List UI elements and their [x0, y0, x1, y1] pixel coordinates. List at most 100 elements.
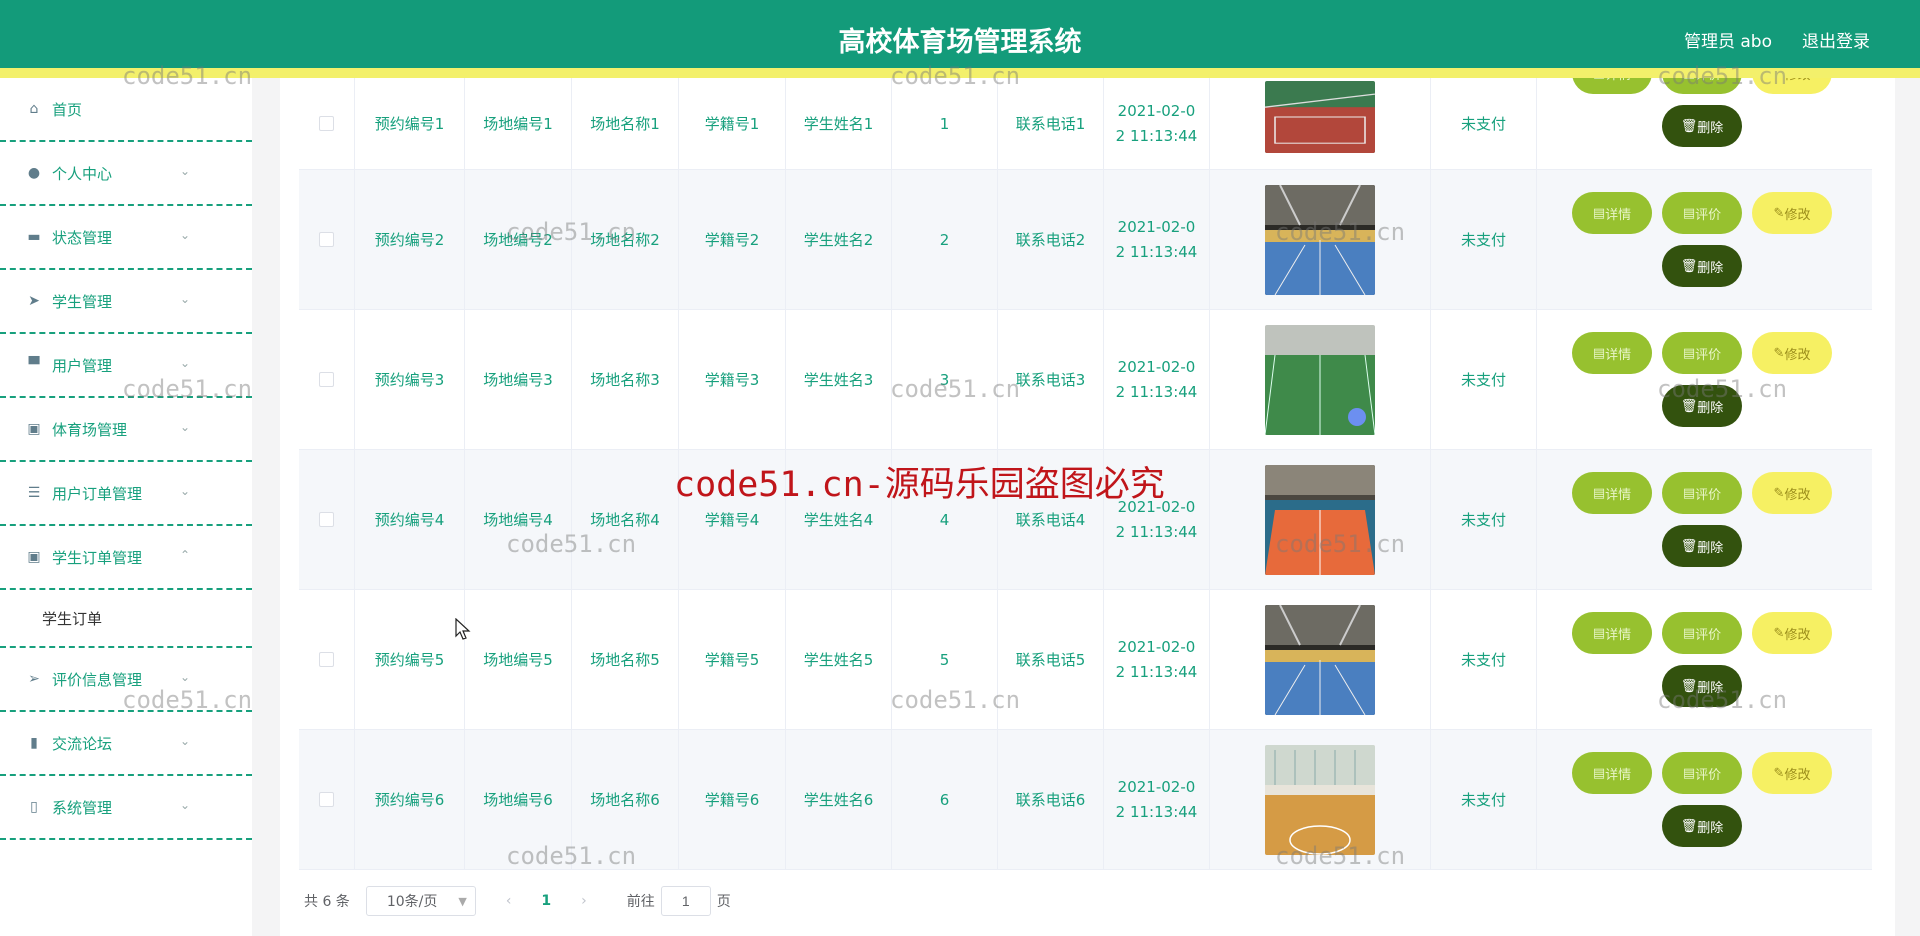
edit-button-label: 修改 [1784, 487, 1811, 503]
delete-icon: 🗑 [1680, 538, 1698, 554]
sidebar-item[interactable]: ▮ 交流论坛 ⌄ [0, 712, 252, 776]
user-label: 管理员 abo [1683, 32, 1772, 52]
payment-status: 未支付 [1460, 231, 1506, 249]
row-checkbox[interactable] [319, 652, 334, 667]
delete-button[interactable]: 🗑 删除 [1662, 245, 1742, 287]
pagination-total: 共 6 条 [304, 894, 350, 910]
sidebar-item[interactable]: ▯ 系统管理 ⌄ [0, 776, 252, 840]
sidebar-item[interactable]: ● 个人中心 ⌄ [0, 142, 252, 206]
sidebar-item[interactable]: ⌂ 首页 [0, 78, 252, 142]
row-checkbox[interactable] [319, 512, 334, 527]
student-name-cell-text: 学生姓名4 [803, 511, 874, 529]
chevron-down-icon: ⌄ [179, 670, 190, 684]
image-cell [1210, 78, 1431, 169]
student-name-cell-text: 学生姓名6 [803, 791, 874, 809]
detail-button[interactable]: ▤ 详情 [1572, 472, 1652, 514]
chevron-down-icon: ⌄ [179, 420, 190, 434]
edit-button[interactable]: ✎ 修改 [1752, 332, 1832, 374]
time-line2: 2 11:13:44 [1115, 802, 1198, 821]
table-row: 预约编号6 场地编号6 场地名称6 学籍号6 学生姓名6 6 联系电话6 2021-02-0 2… [299, 730, 1872, 870]
student-name-cell: 学生姓名1 [786, 78, 892, 169]
evaluate-button[interactable]: ▤ 评价 [1662, 752, 1742, 794]
detail-icon: ▤ [1592, 765, 1606, 781]
row-checkbox[interactable] [319, 116, 334, 131]
detail-button-label: 详情 [1605, 347, 1632, 363]
detail-button[interactable]: ▤ 详情 [1572, 612, 1652, 654]
edit-button-label: 修改 [1784, 627, 1811, 643]
phone-cell: 联系电话4 [998, 450, 1104, 589]
sidebar-item[interactable]: ▣ 体育场管理 ⌄ [0, 398, 252, 462]
edit-button[interactable]: ✎ 修改 [1752, 752, 1832, 794]
sidebar-item[interactable]: ▬ 状态管理 ⌄ [0, 206, 252, 270]
sidebar-item[interactable]: ▣ 学生订单管理 ⌃ [0, 526, 252, 590]
phone-cell-text: 联系电话6 [1015, 791, 1086, 809]
logout-link[interactable]: 退出登录 [1802, 27, 1870, 52]
evaluate-button[interactable]: ▤ 评价 [1662, 612, 1742, 654]
evaluate-button[interactable]: ▤ 评价 [1662, 192, 1742, 234]
sidebar-subitem-student-orders[interactable]: 学生订单 [0, 590, 252, 648]
delete-button-label: 删除 [1697, 260, 1724, 276]
sidebar-item[interactable]: ▀ 用户管理 ⌄ [0, 334, 252, 398]
time-cell: 2021-02-0 2 11:13:44 [1104, 170, 1210, 309]
delete-button[interactable]: 🗑 删除 [1662, 665, 1742, 707]
status-cell: 未支付 [1431, 78, 1537, 169]
venue-no-cell: 场地编号1 [465, 78, 572, 169]
detail-button[interactable]: ▤ 详情 [1572, 192, 1652, 234]
sidebar-item-label: 系统管理 [52, 798, 113, 817]
time-line1: 2021-02-0 [1117, 637, 1196, 656]
page-size-select[interactable]: 10条/页 ▼ [365, 886, 476, 916]
flag-icon: ▀ [28, 357, 40, 373]
edit-button[interactable]: ✎ 修改 [1752, 612, 1832, 654]
goto-page-input[interactable] [660, 886, 711, 916]
clipboard-check-icon: ▣ [27, 549, 41, 565]
delete-button[interactable]: 🗑 删除 [1662, 105, 1742, 147]
evaluate-button[interactable]: ▤ 评价 [1662, 332, 1742, 374]
edit-button[interactable]: ✎ 修改 [1752, 472, 1832, 514]
edit-icon: ✎ [1773, 765, 1785, 781]
delete-button[interactable]: 🗑 删除 [1662, 385, 1742, 427]
sidebar-item-label: 体育场管理 [52, 420, 128, 439]
delete-button[interactable]: 🗑 删除 [1662, 525, 1742, 567]
prev-page-button[interactable]: ‹ [506, 893, 512, 909]
edit-button-label: 修改 [1784, 347, 1811, 363]
image-cell [1210, 310, 1431, 449]
image-cell [1210, 590, 1431, 729]
row-checkbox[interactable] [319, 792, 334, 807]
detail-icon: ▤ [1592, 485, 1606, 501]
evaluate-button-label: 评价 [1695, 347, 1722, 363]
page-number-current[interactable]: 1 [541, 893, 551, 909]
student-id-cell: 学籍号4 [679, 450, 786, 589]
image-cell [1210, 450, 1431, 589]
sidebar-item[interactable]: ☰ 用户订单管理 ⌄ [0, 462, 252, 526]
evaluate-button[interactable]: ▤ 评价 [1662, 472, 1742, 514]
booking-no-cell-text: 预约编号2 [374, 231, 445, 249]
sidebar-item-label: 评价信息管理 [52, 670, 143, 689]
row-checkbox-cell [299, 78, 355, 169]
next-page-button[interactable]: › [581, 893, 587, 909]
row-checkbox[interactable] [319, 232, 334, 247]
student-id-cell-text: 学籍号1 [704, 115, 760, 133]
phone-cell: 联系电话5 [998, 590, 1104, 729]
student-id-cell-text: 学籍号5 [704, 651, 760, 669]
sidebar-item[interactable]: ➢ 评价信息管理 ⌄ [0, 648, 252, 712]
status-cell: 未支付 [1431, 590, 1537, 729]
app-title: 高校体育场管理系统 [838, 27, 1082, 58]
booking-no-cell-text: 预约编号6 [374, 791, 445, 809]
detail-button[interactable]: ▤ 详情 [1572, 332, 1652, 374]
row-checkbox[interactable] [319, 372, 334, 387]
sidebar-item-label: 状态管理 [52, 228, 113, 247]
goto-suffix: 页 [716, 894, 731, 910]
row-checkbox-cell [299, 590, 355, 729]
student-id-cell-text: 学籍号4 [704, 511, 760, 529]
edit-icon: ✎ [1773, 625, 1785, 641]
delete-button[interactable]: 🗑 删除 [1662, 805, 1742, 847]
detail-button[interactable]: ▤ 详情 [1572, 752, 1652, 794]
booking-no-cell: 预约编号1 [355, 78, 465, 169]
edit-button[interactable]: ✎ 修改 [1752, 192, 1832, 234]
home-icon: ⌂ [29, 101, 39, 117]
sidebar-item-label: 个人中心 [52, 164, 113, 183]
venue-thumbnail [1265, 324, 1375, 435]
time-line1: 2021-02-0 [1117, 497, 1196, 516]
sidebar-item[interactable]: ➤ 学生管理 ⌄ [0, 270, 252, 334]
venue-no-cell-text: 场地编号2 [483, 231, 553, 249]
